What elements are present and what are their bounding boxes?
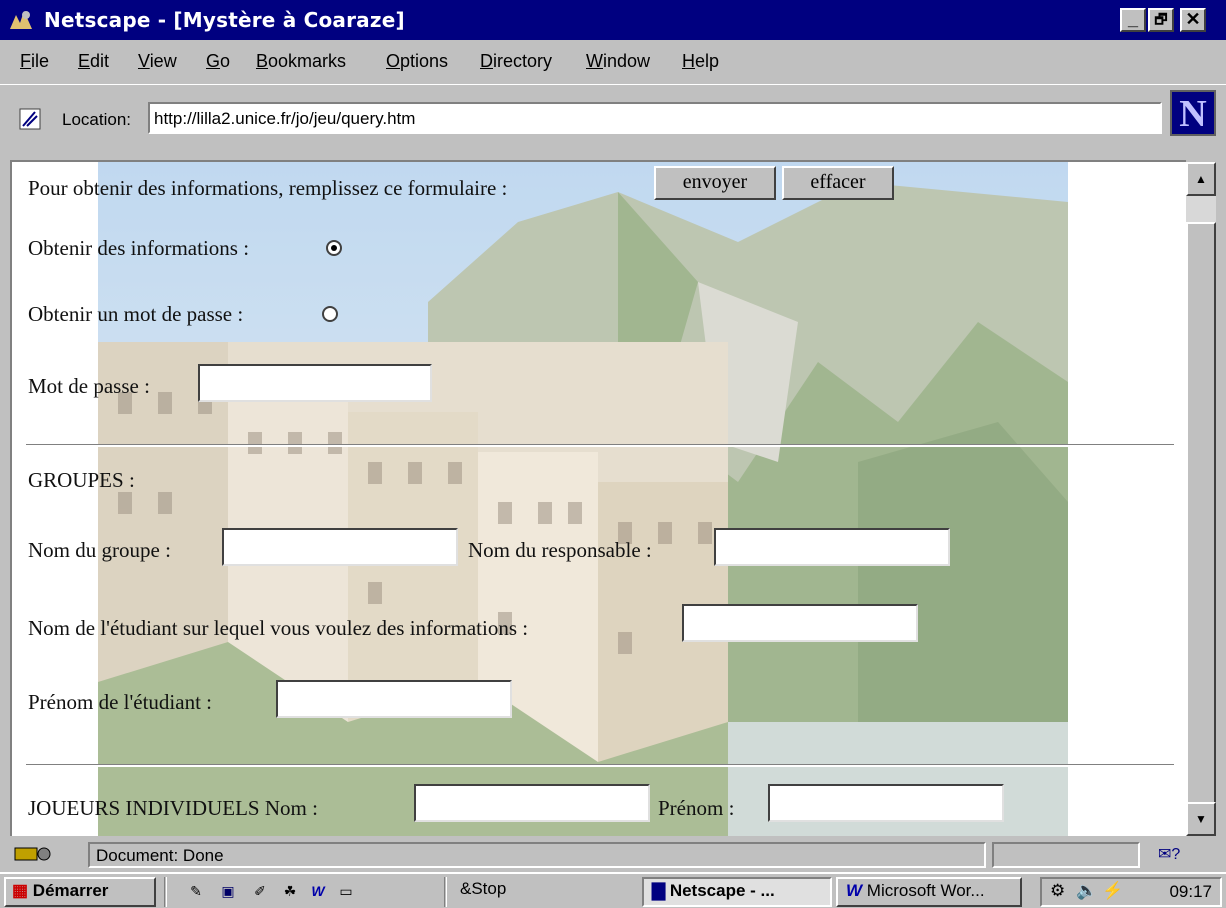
restore-button[interactable]: 🗗 xyxy=(1148,8,1174,32)
quicklaunch-icon[interactable]: ▭ xyxy=(336,881,356,901)
title-bar: Netscape - [Mystère à Coaraze] _ 🗗 ✕ xyxy=(0,0,1226,40)
password-input[interactable] xyxy=(198,364,432,402)
individual-name-input[interactable] xyxy=(414,784,650,822)
task-netscape[interactable]: ▇ Netscape - ... xyxy=(642,877,832,907)
option-password-label: Obtenir un mot de passe : xyxy=(28,302,244,326)
word-icon[interactable]: W xyxy=(308,881,328,901)
scroll-up-button[interactable]: ▲ xyxy=(1186,162,1216,196)
mail-icon[interactable]: ✉? xyxy=(1158,844,1180,864)
manager-name-input[interactable] xyxy=(714,528,950,566)
menu-options[interactable]: Options xyxy=(386,51,448,72)
individual-name-label: JOUEURS INDIVIDUELS Nom : xyxy=(28,796,318,820)
scroll-thumb[interactable] xyxy=(1186,222,1216,808)
window-title: Netscape - [Mystère à Coaraze] xyxy=(44,8,405,32)
group-name-label: Nom du groupe : xyxy=(28,538,171,562)
divider xyxy=(26,444,1174,447)
manager-name-label: Nom du responsable : xyxy=(468,538,652,562)
location-input[interactable]: http://lilla2.unice.fr/jo/jeu/query.htm xyxy=(148,102,1162,134)
vertical-scrollbar[interactable]: ▲ ▼ xyxy=(1186,162,1216,836)
netscape-icon: ▇ xyxy=(652,881,666,900)
location-label: Location: xyxy=(62,110,131,129)
tray-icon[interactable]: ⚙ xyxy=(1050,881,1065,901)
divider xyxy=(444,877,447,907)
student-firstname-label: Prénom de l'étudiant : xyxy=(28,690,212,714)
group-name-input[interactable] xyxy=(222,528,458,566)
minimize-button[interactable]: _ xyxy=(1120,8,1146,32)
word-icon: W xyxy=(846,881,863,900)
divider xyxy=(26,764,1174,767)
groups-heading: GROUPES : xyxy=(28,468,135,492)
reset-button[interactable]: effacer xyxy=(782,166,894,200)
system-tray: ⚙ 🔈 ⚡ 09:17 xyxy=(1040,877,1222,907)
student-firstname-input[interactable] xyxy=(276,680,512,718)
divider xyxy=(164,877,167,907)
option-password-radio[interactable] xyxy=(322,306,338,322)
close-button[interactable]: ✕ xyxy=(1180,8,1206,32)
task-word[interactable]: W Microsoft Wor... xyxy=(836,877,1022,907)
clock: 09:17 xyxy=(1169,882,1212,901)
menu-directory[interactable]: Directory xyxy=(480,51,552,72)
netscape-logo: N xyxy=(1170,90,1216,136)
page-content: Pour obtenir des informations, remplisse… xyxy=(10,160,1186,836)
start-button[interactable]: ▦ Démarrer xyxy=(4,877,156,907)
progress-indicator xyxy=(992,842,1140,868)
menu-view[interactable]: View xyxy=(138,51,177,72)
individual-firstname-input[interactable] xyxy=(768,784,1004,822)
submit-button[interactable]: envoyer xyxy=(654,166,776,200)
quicklaunch-icon[interactable]: ▣ xyxy=(218,881,238,901)
student-name-label: Nom de l'étudiant sur lequel vous voulez… xyxy=(28,616,529,640)
student-name-input[interactable] xyxy=(682,604,918,642)
menu-file[interactable]: File xyxy=(20,51,49,72)
radio-selected-dot xyxy=(331,245,337,251)
netscape-icon xyxy=(6,7,36,33)
form-intro-text: Pour obtenir des informations, remplisse… xyxy=(28,176,508,200)
menu-edit[interactable]: Edit xyxy=(78,51,109,72)
quicklaunch-icon[interactable]: ✎ xyxy=(186,881,206,901)
menu-window[interactable]: Window xyxy=(586,51,650,72)
quicklaunch-icon[interactable]: ✐ xyxy=(250,881,270,901)
windows-logo-icon: ▦ xyxy=(12,881,29,900)
menu-bar: File Edit View Go Bookmarks Options Dire… xyxy=(0,42,1226,78)
query-form: Pour obtenir des informations, remplisse… xyxy=(12,162,1186,836)
start-label: Démarrer xyxy=(32,881,109,900)
password-label: Mot de passe : xyxy=(28,374,150,398)
taskbar: ▦ Démarrer ✎ ▣ ✐ ☘ W ▭ &Stop ▇ Netscape … xyxy=(0,872,1226,908)
menu-bookmarks[interactable]: Bookmarks xyxy=(256,51,346,72)
quicklaunch-icon[interactable]: ☘ xyxy=(280,881,300,901)
location-toolbar: Location: http://lilla2.unice.fr/jo/jeu/… xyxy=(0,84,1226,211)
individual-firstname-label: Prénom : xyxy=(658,796,735,820)
option-info-radio[interactable] xyxy=(326,240,342,256)
option-info-label: Obtenir des informations : xyxy=(28,236,250,260)
status-text: Document: Done xyxy=(88,842,986,868)
speaker-icon[interactable]: 🔈 xyxy=(1076,881,1097,901)
task-word-label: Microsoft Wor... xyxy=(866,881,985,900)
status-bar: Document: Done ✉? xyxy=(0,838,1226,872)
scroll-down-button[interactable]: ▼ xyxy=(1186,802,1216,836)
task-netscape-label: Netscape - ... xyxy=(669,881,775,900)
menu-go[interactable]: Go xyxy=(206,51,230,72)
location-icon[interactable] xyxy=(18,107,42,131)
tray-alert-icon[interactable]: ⚡ xyxy=(1102,881,1123,901)
task-stop[interactable]: &Stop xyxy=(452,877,638,907)
menu-help[interactable]: Help xyxy=(682,51,719,72)
security-icon[interactable] xyxy=(14,844,54,864)
